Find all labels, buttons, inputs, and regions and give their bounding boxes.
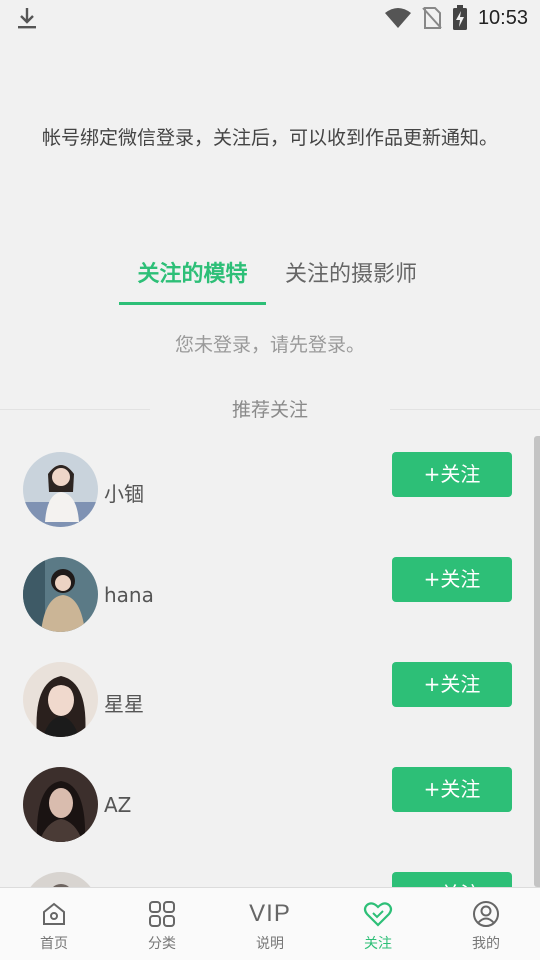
model-name: 星星: [104, 692, 144, 716]
tab-followed-models[interactable]: 关注的模特: [119, 252, 266, 304]
recommend-title: 推荐关注: [231, 399, 308, 421]
nav-category-label: 分类: [148, 936, 176, 952]
avatar[interactable]: [23, 662, 98, 737]
home-icon: [40, 900, 68, 928]
list-item: +关注: [0, 856, 530, 887]
heart-icon: [363, 900, 393, 928]
no-sim-icon: [422, 6, 442, 30]
nav-follow[interactable]: 关注: [324, 888, 432, 960]
nav-explain[interactable]: VIP 说明: [216, 888, 324, 960]
status-time: 10:53: [477, 6, 528, 29]
vip-icon: VIP: [249, 900, 291, 928]
nav-home[interactable]: 首页: [0, 888, 108, 960]
vip-icon-text: VIP: [249, 900, 291, 927]
follow-button[interactable]: +关注: [392, 872, 512, 887]
model-name: 小锢: [104, 482, 144, 506]
nav-mine[interactable]: 我的: [432, 888, 540, 960]
list-item: hana +关注: [0, 541, 530, 632]
user-icon: [472, 900, 500, 928]
nav-home-label: 首页: [40, 936, 68, 952]
follow-button[interactable]: +关注: [392, 662, 512, 707]
active-tab-indicator: [119, 302, 266, 305]
nav-explain-label: 说明: [256, 936, 284, 952]
list-scrollbar[interactable]: [534, 436, 540, 887]
model-name: hana: [104, 583, 154, 607]
divider-right: [390, 409, 540, 410]
follow-button[interactable]: +关注: [392, 767, 512, 812]
recommend-list[interactable]: 小锢 +关注 hana +关注 星星 +关注 AZ +关注 +关注: [0, 436, 540, 887]
avatar[interactable]: [23, 452, 98, 527]
bottom-nav: 首页 分类 VIP 说明 关注 我的: [0, 887, 540, 960]
nav-mine-label: 我的: [472, 936, 500, 952]
wifi-icon: [384, 7, 412, 29]
recommend-header: 推荐关注: [0, 396, 540, 424]
avatar[interactable]: [23, 872, 98, 887]
nav-follow-label: 关注: [364, 936, 392, 952]
grid-icon: [148, 900, 176, 928]
tab-followed-photographers[interactable]: 关注的摄影师: [278, 252, 424, 304]
nav-category[interactable]: 分类: [108, 888, 216, 960]
follow-tabs: 关注的模特 关注的摄影师: [0, 252, 540, 308]
follow-button[interactable]: +关注: [392, 557, 512, 602]
avatar[interactable]: [23, 767, 98, 842]
status-bar: 10:53: [0, 0, 540, 36]
battery-charging-icon: [452, 5, 468, 31]
login-prompt[interactable]: 您未登录，请先登录。: [0, 330, 540, 357]
avatar[interactable]: [23, 557, 98, 632]
model-name: AZ: [104, 793, 132, 817]
list-item: AZ +关注: [0, 751, 530, 842]
list-item: 小锢 +关注: [0, 436, 530, 527]
list-item: 星星 +关注: [0, 646, 530, 737]
download-icon: [16, 6, 38, 30]
follow-button[interactable]: +关注: [392, 452, 512, 497]
wechat-notice: 帐号绑定微信登录，关注后，可以收到作品更新通知。: [41, 127, 498, 149]
